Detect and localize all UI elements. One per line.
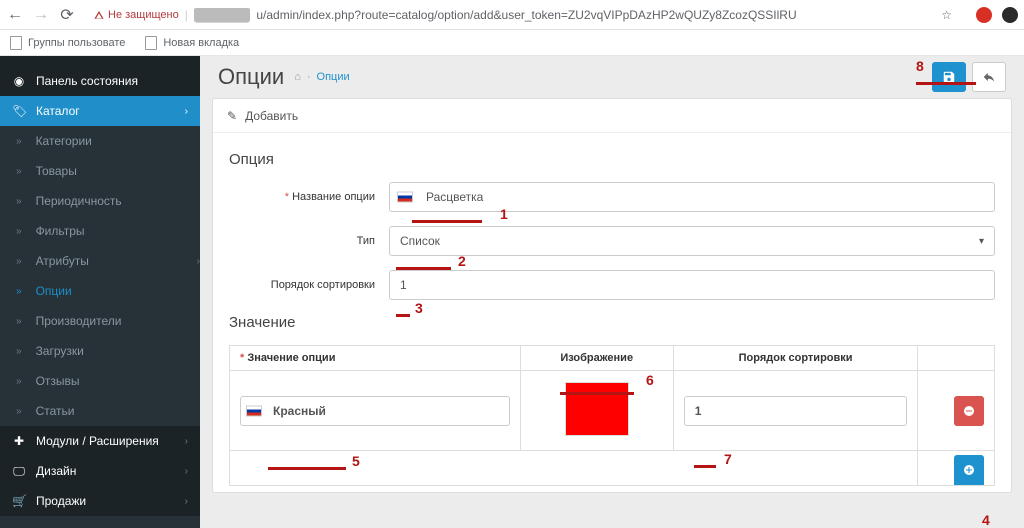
bookmark-star-icon[interactable]: ☆ bbox=[941, 8, 952, 22]
pencil-icon: ✎ bbox=[227, 109, 237, 123]
minus-circle-icon bbox=[963, 405, 975, 417]
home-icon[interactable]: ⌂ bbox=[294, 71, 301, 83]
puzzle-icon: ✚ bbox=[12, 434, 26, 448]
input-sort-order[interactable]: 1 bbox=[389, 270, 995, 300]
page-title: Опции bbox=[218, 64, 284, 90]
not-secure-badge: Не защищено bbox=[94, 9, 179, 21]
page-icon bbox=[10, 36, 22, 50]
cart-icon: 🛒 bbox=[12, 494, 26, 508]
breadcrumb-link[interactable]: Опции bbox=[317, 71, 350, 83]
label-sort: Порядок сортировки bbox=[229, 279, 389, 291]
input-value-name[interactable]: Красный bbox=[240, 396, 510, 426]
sidebar-sub-recurring[interactable]: »Периодичность bbox=[0, 186, 200, 216]
chevron-right-icon: › bbox=[185, 436, 188, 447]
save-icon bbox=[942, 70, 956, 84]
sidebar-sub-articles[interactable]: »Статьи bbox=[0, 396, 200, 426]
chevron-right-icon: › bbox=[185, 106, 188, 117]
sidebar-sub-manufacturers[interactable]: »Производители bbox=[0, 306, 200, 336]
add-row-button[interactable] bbox=[954, 455, 984, 485]
browser-toolbar: ← → ⟳ Не защищено | ▓▓▓▓▓▓ u/admin/index… bbox=[0, 0, 1024, 30]
back-button[interactable] bbox=[972, 62, 1006, 92]
url-host-redacted: ▓▓▓▓▓▓ bbox=[194, 8, 251, 22]
table-row: Красный 1 bbox=[230, 371, 995, 451]
sidebar-item-catalog[interactable]: 🏷 Каталог › bbox=[0, 96, 200, 126]
bookmark-item[interactable]: Новая вкладка bbox=[145, 36, 239, 50]
remove-row-button[interactable] bbox=[954, 396, 984, 426]
main-content: Опции ⌂ · Опции ✎ Добавить Опция bbox=[200, 56, 1024, 528]
save-button[interactable] bbox=[932, 62, 966, 92]
monitor-icon: 🖵 bbox=[12, 464, 26, 479]
nav-back[interactable]: ← bbox=[6, 6, 24, 24]
bookmark-item[interactable]: Группы пользовате bbox=[10, 36, 125, 50]
ext-dark-icon[interactable] bbox=[1002, 7, 1018, 23]
form-panel: ✎ Добавить Опция * Название опции Расцве… bbox=[212, 98, 1012, 493]
th-image: Изображение bbox=[520, 346, 673, 371]
nav-reload[interactable]: ⟳ bbox=[58, 6, 76, 24]
values-table: * Значение опции Изображение Порядок сор… bbox=[229, 345, 995, 486]
label-option-name: * Название опции bbox=[229, 191, 389, 203]
page-header: Опции ⌂ · Опции bbox=[200, 56, 1024, 98]
flag-ru-icon bbox=[246, 405, 262, 416]
panel-heading: ✎ Добавить bbox=[213, 99, 1011, 133]
image-preview[interactable] bbox=[565, 382, 629, 436]
sidebar-sub-filters[interactable]: »Фильтры bbox=[0, 216, 200, 246]
sidebar-item-dashboard[interactable]: ◉ Панель состояния bbox=[0, 66, 200, 96]
warning-icon bbox=[94, 10, 104, 20]
sidebar: ◉ Панель состояния 🏷 Каталог › »Категори… bbox=[0, 56, 200, 528]
dashboard-icon: ◉ bbox=[12, 74, 26, 88]
legend-value: Значение bbox=[229, 314, 995, 331]
th-value-name: * Значение опции bbox=[230, 346, 521, 371]
sidebar-item-sale[interactable]: 🛒 Продажи › bbox=[0, 486, 200, 516]
sidebar-item-extensions[interactable]: ✚ Модули / Расширения › bbox=[0, 426, 200, 456]
sidebar-sub-downloads[interactable]: »Загрузки bbox=[0, 336, 200, 366]
sidebar-item-design[interactable]: 🖵 Дизайн › bbox=[0, 456, 200, 486]
breadcrumb: ⌂ · Опции bbox=[294, 71, 349, 83]
legend-option: Опция bbox=[229, 151, 995, 168]
sidebar-sub-options[interactable]: »Опции bbox=[0, 276, 200, 306]
input-option-name[interactable]: Расцветка bbox=[389, 182, 995, 212]
reply-icon bbox=[982, 70, 996, 84]
nav-forward[interactable]: → bbox=[32, 6, 50, 24]
sidebar-sub-categories[interactable]: »Категории bbox=[0, 126, 200, 156]
bookmarks-bar: Группы пользовате Новая вкладка bbox=[0, 30, 1024, 56]
sidebar-sub-reviews[interactable]: »Отзывы bbox=[0, 366, 200, 396]
input-row-sort[interactable]: 1 bbox=[684, 396, 908, 426]
sidebar-sub-products[interactable]: »Товары bbox=[0, 156, 200, 186]
flag-ru-icon bbox=[397, 192, 413, 203]
chevron-right-icon: › bbox=[185, 466, 188, 477]
label-type: Тип bbox=[229, 235, 389, 247]
extension-icons bbox=[976, 7, 1018, 23]
address-bar[interactable]: Не защищено | ▓▓▓▓▓▓ u/admin/index.php?r… bbox=[84, 4, 962, 26]
tag-icon: 🏷 bbox=[12, 104, 26, 118]
sidebar-sub-attributes[interactable]: »Атрибуты› bbox=[0, 246, 200, 276]
ext-red-icon[interactable] bbox=[976, 7, 992, 23]
table-footer-row bbox=[230, 451, 995, 486]
page-icon bbox=[145, 36, 157, 50]
plus-circle-icon bbox=[963, 464, 975, 476]
select-type[interactable]: Список bbox=[389, 226, 995, 256]
url-path: u/admin/index.php?route=catalog/option/a… bbox=[256, 8, 796, 22]
chevron-right-icon: › bbox=[185, 496, 188, 507]
th-sort: Порядок сортировки bbox=[673, 346, 918, 371]
